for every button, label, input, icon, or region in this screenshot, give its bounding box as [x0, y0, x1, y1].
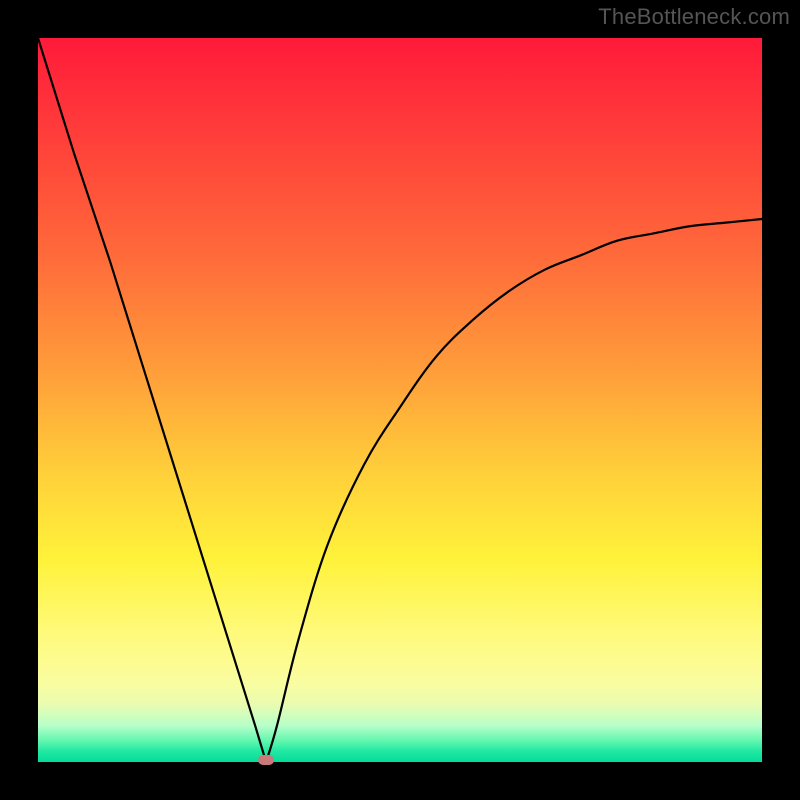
plot-area [38, 38, 762, 762]
bottleneck-curve [38, 38, 762, 762]
curve-path [38, 38, 762, 762]
chart-frame: TheBottleneck.com [0, 0, 800, 800]
minimum-marker [258, 755, 274, 765]
watermark-text: TheBottleneck.com [598, 4, 790, 30]
